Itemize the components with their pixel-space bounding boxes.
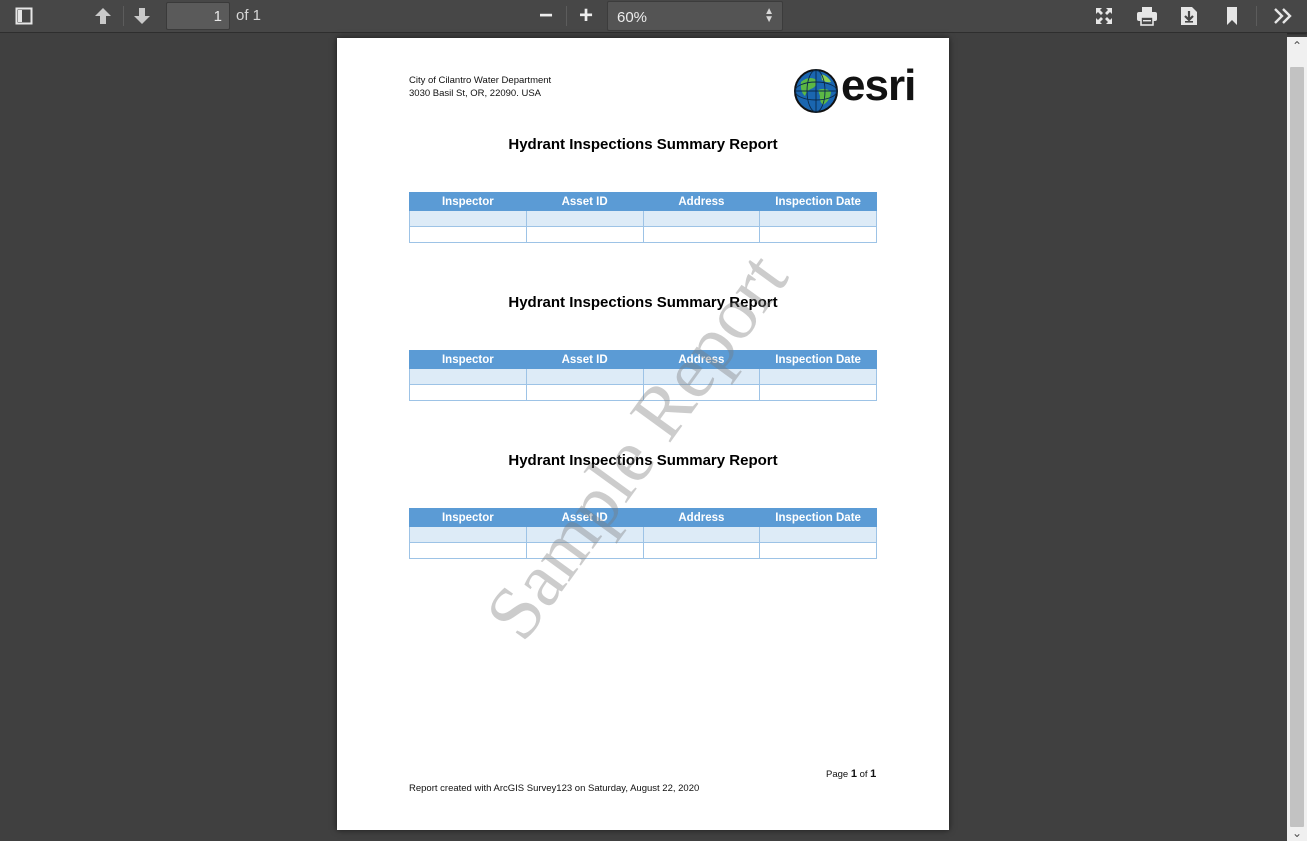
sidebar-toggle-button[interactable] <box>7 2 41 30</box>
arrow-down-icon <box>134 8 150 24</box>
report-title: Hydrant Inspections Summary Report <box>508 294 778 311</box>
sidebar-toggle-icon <box>15 7 33 25</box>
esri-logo: esri <box>793 61 923 114</box>
column-header: Address <box>642 508 761 527</box>
pdf-page: City of Cilantro Water Department 3030 B… <box>337 38 949 830</box>
zoom-value: 60% <box>617 9 648 26</box>
double-chevron-right-icon <box>1274 8 1292 24</box>
page-footer-number: Page 1 of 1 <box>826 768 876 780</box>
column-header: Asset ID <box>525 508 644 527</box>
zoom-in-button[interactable]: + <box>567 1 605 31</box>
column-header: Asset ID <box>525 350 644 369</box>
next-page-button[interactable] <box>125 2 159 30</box>
arrow-up-icon <box>95 8 111 24</box>
footer-page-word: Page <box>826 769 849 780</box>
organization-info: City of Cilantro Water Department 3030 B… <box>409 74 551 100</box>
column-header: Address <box>642 192 761 211</box>
column-header: Inspection Date <box>759 350 877 369</box>
column-header: Inspector <box>409 350 527 369</box>
column-header: Inspection Date <box>759 508 877 527</box>
download-icon <box>1181 7 1197 25</box>
column-header: Inspector <box>409 508 527 527</box>
footer-of-word: of <box>859 769 868 780</box>
toolbar-separator <box>123 6 124 26</box>
report-title: Hydrant Inspections Summary Report <box>508 452 778 469</box>
sample-report-watermark: Sample Report <box>469 237 804 655</box>
organization-address: 3030 Basil St, OR, 22090. USA <box>409 88 542 99</box>
download-button[interactable] <box>1172 2 1206 30</box>
plus-icon: + <box>578 2 593 29</box>
scroll-up-icon[interactable]: ⌃ <box>1287 37 1307 54</box>
organization-name: City of Cilantro Water Department <box>409 75 552 86</box>
vertical-scrollbar[interactable]: ⌃ ⌄ <box>1287 37 1307 841</box>
globe-icon <box>794 69 838 113</box>
inspections-table: Inspector Asset ID Address Inspection Da… <box>409 508 877 559</box>
table-row <box>409 542 877 559</box>
page-count-label: of 1 <box>236 7 262 24</box>
zoom-select[interactable]: 60% ▲ ▼ <box>607 1 783 31</box>
footer-page-current: 1 <box>850 768 857 780</box>
minus-icon: − <box>538 2 553 29</box>
zoom-out-button[interactable]: − <box>527 1 565 31</box>
column-header: Address <box>642 350 761 369</box>
column-header: Inspection Date <box>759 192 877 211</box>
table-row <box>409 526 877 543</box>
table-row <box>409 226 877 243</box>
footer-page-total: 1 <box>870 768 877 780</box>
presentation-mode-button[interactable] <box>1087 2 1121 30</box>
toolbar-separator <box>1256 6 1257 26</box>
bookmark-button[interactable] <box>1215 2 1249 30</box>
select-caret-icon: ▲ ▼ <box>764 6 774 25</box>
fullscreen-icon <box>1096 8 1112 24</box>
column-header: Inspector <box>409 192 527 211</box>
report-created-note: Report created with ArcGIS Survey123 on … <box>409 783 700 794</box>
tools-button[interactable] <box>1266 2 1300 30</box>
print-button[interactable] <box>1130 2 1164 30</box>
scroll-down-icon[interactable]: ⌄ <box>1287 824 1307 841</box>
table-row <box>409 210 877 227</box>
logo-text: esri <box>841 61 916 110</box>
page-number-input[interactable]: 1 <box>166 2 230 30</box>
inspections-table: Inspector Asset ID Address Inspection Da… <box>409 192 877 243</box>
pdf-toolbar: 1 of 1 − + 60% ▲ ▼ <box>0 0 1307 33</box>
report-title: Hydrant Inspections Summary Report <box>508 136 778 153</box>
printer-icon <box>1137 7 1157 26</box>
column-header: Asset ID <box>525 192 644 211</box>
scroll-thumb[interactable] <box>1290 67 1304 827</box>
previous-page-button[interactable] <box>86 2 120 30</box>
table-row <box>409 384 877 401</box>
bookmark-icon <box>1227 7 1237 25</box>
table-row <box>409 368 877 385</box>
inspections-table: Inspector Asset ID Address Inspection Da… <box>409 350 877 401</box>
